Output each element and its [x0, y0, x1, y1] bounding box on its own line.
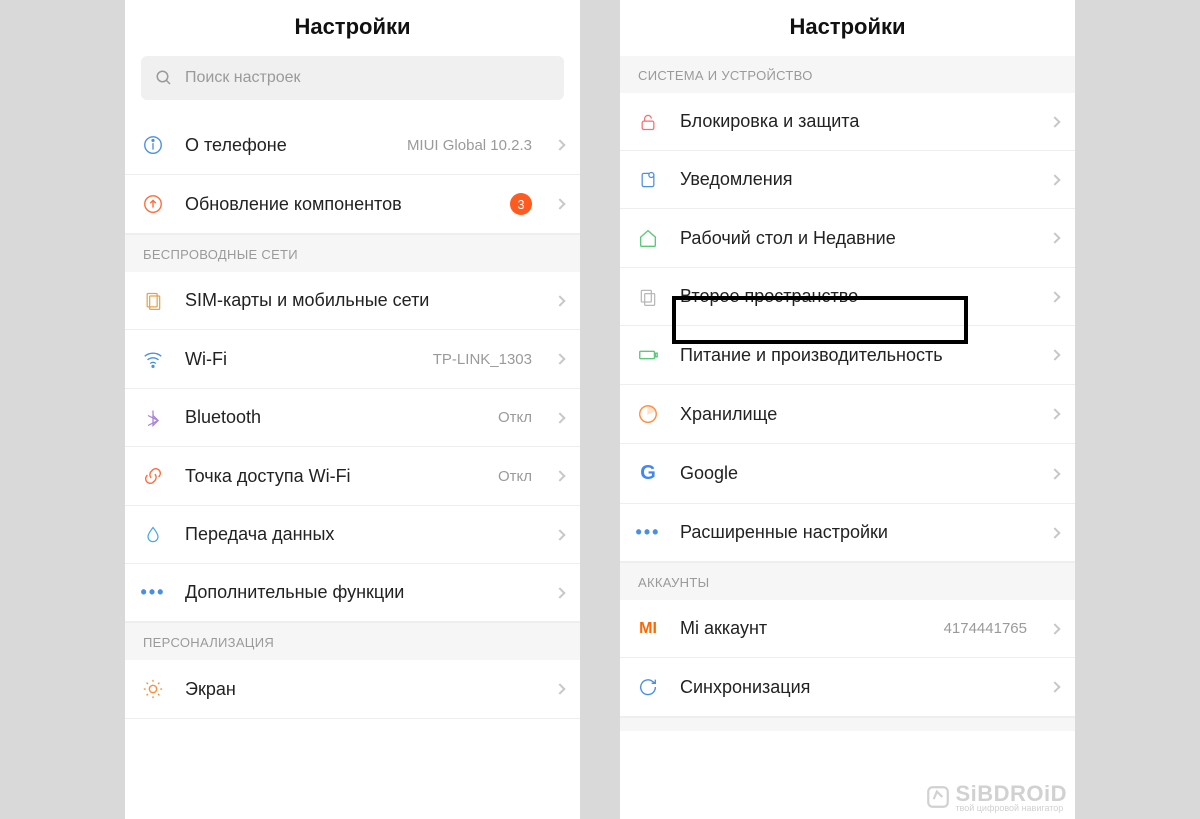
watermark: SiBDROiD твой цифровой навигатор	[925, 781, 1067, 813]
hotspot-label: Точка доступа Wi-Fi	[185, 466, 480, 487]
chevron-right-icon	[554, 295, 565, 306]
data-label: Передача данных	[185, 524, 538, 545]
drop-icon	[139, 525, 167, 545]
about-label: О телефоне	[185, 135, 389, 156]
storage-icon	[634, 403, 662, 425]
row-screen[interactable]: Экран	[125, 660, 580, 719]
chevron-right-icon	[1049, 527, 1060, 538]
section-system: СИСТЕМА И УСТРОЙСТВО	[620, 56, 1075, 93]
row-mi-account[interactable]: MI Mi аккаунт 4174441765	[620, 600, 1075, 658]
chevron-right-icon	[1049, 174, 1060, 185]
home-icon	[634, 227, 662, 249]
sync-icon	[634, 676, 662, 698]
mi-label: Mi аккаунт	[680, 618, 926, 639]
chevron-right-icon	[554, 198, 565, 209]
chevron-right-icon	[1049, 468, 1060, 479]
chevron-right-icon	[554, 139, 565, 150]
bluetooth-icon	[139, 408, 167, 428]
chevron-right-icon	[1049, 349, 1060, 360]
chevron-right-icon	[554, 683, 565, 694]
wifi-label: Wi-Fi	[185, 349, 415, 370]
chevron-right-icon	[554, 587, 565, 598]
dots-icon: •••	[139, 582, 167, 603]
search-placeholder: Поиск настроек	[185, 69, 301, 87]
link-icon	[139, 465, 167, 487]
storage-label: Хранилище	[680, 404, 1033, 425]
row-wifi[interactable]: Wi-Fi TP-LINK_1303	[125, 330, 580, 389]
row-second-space[interactable]: Второе пространство	[620, 268, 1075, 326]
wifi-value: TP-LINK_1303	[433, 351, 532, 368]
row-data[interactable]: Передача данных	[125, 506, 580, 564]
home-label: Рабочий стол и Недавние	[680, 228, 1033, 249]
row-bluetooth[interactable]: Bluetooth Откл	[125, 389, 580, 447]
page-title: Настройки	[125, 0, 580, 56]
chevron-right-icon	[1049, 681, 1060, 692]
section-accounts: АККАУНТЫ	[620, 562, 1075, 600]
sim-icon	[139, 291, 167, 311]
sim-label: SIM-карты и мобильные сети	[185, 290, 538, 311]
notifications-label: Уведомления	[680, 169, 1033, 190]
row-battery[interactable]: Питание и производительность	[620, 326, 1075, 385]
chevron-right-icon	[1049, 291, 1060, 302]
copy-icon	[634, 287, 662, 307]
dots-icon: •••	[634, 522, 662, 543]
section-wireless: БЕСПРОВОДНЫЕ СЕТИ	[125, 234, 580, 272]
page-title: Настройки	[620, 0, 1075, 56]
row-home[interactable]: Рабочий стол и Недавние	[620, 209, 1075, 268]
lock-label: Блокировка и защита	[680, 111, 1033, 132]
watermark-sub: твой цифровой навигатор	[955, 803, 1067, 813]
row-more-functions[interactable]: ••• Дополнительные функции	[125, 564, 580, 622]
advanced-label: Расширенные настройки	[680, 522, 1033, 543]
screenshot-right: Настройки СИСТЕМА И УСТРОЙСТВО Блокировк…	[620, 0, 1075, 819]
chevron-right-icon	[554, 412, 565, 423]
chevron-right-icon	[554, 529, 565, 540]
hotspot-value: Откл	[498, 468, 532, 485]
row-notifications[interactable]: Уведомления	[620, 151, 1075, 209]
upload-icon	[139, 193, 167, 215]
info-icon	[139, 134, 167, 156]
row-sim[interactable]: SIM-карты и мобильные сети	[125, 272, 580, 330]
search-icon	[155, 69, 173, 87]
mi-value: 4174441765	[944, 620, 1027, 637]
screenshot-left: Настройки Поиск настроек О телефоне MIUI…	[125, 0, 580, 819]
row-storage[interactable]: Хранилище	[620, 385, 1075, 444]
search-input[interactable]: Поиск настроек	[141, 56, 564, 100]
update-label: Обновление компонентов	[185, 194, 492, 215]
update-badge: 3	[510, 193, 532, 215]
bluetooth-label: Bluetooth	[185, 407, 480, 428]
battery-icon	[634, 344, 662, 366]
chevron-right-icon	[554, 470, 565, 481]
chevron-right-icon	[554, 353, 565, 364]
screen-label: Экран	[185, 679, 538, 700]
gap	[620, 717, 1075, 731]
second-space-label: Второе пространство	[680, 286, 1033, 307]
about-value: MIUI Global 10.2.3	[407, 137, 532, 154]
google-label: Google	[680, 463, 1033, 484]
battery-label: Питание и производительность	[680, 345, 1033, 366]
notification-icon	[634, 170, 662, 190]
row-sync[interactable]: Синхронизация	[620, 658, 1075, 717]
google-icon: G	[634, 462, 662, 485]
wifi-icon	[139, 348, 167, 370]
bluetooth-value: Откл	[498, 409, 532, 426]
more-label: Дополнительные функции	[185, 582, 538, 603]
lock-icon	[634, 112, 662, 132]
chevron-right-icon	[1049, 232, 1060, 243]
chevron-right-icon	[1049, 623, 1060, 634]
mi-icon: MI	[634, 620, 662, 638]
row-google[interactable]: G Google	[620, 444, 1075, 504]
row-update-components[interactable]: Обновление компонентов 3	[125, 175, 580, 234]
sync-label: Синхронизация	[680, 677, 1033, 698]
row-lock[interactable]: Блокировка и защита	[620, 93, 1075, 151]
chevron-right-icon	[1049, 116, 1060, 127]
section-personalization: ПЕРСОНАЛИЗАЦИЯ	[125, 622, 580, 660]
sun-icon	[139, 678, 167, 700]
row-about-phone[interactable]: О телефоне MIUI Global 10.2.3	[125, 116, 580, 175]
chevron-right-icon	[1049, 408, 1060, 419]
row-advanced[interactable]: ••• Расширенные настройки	[620, 504, 1075, 562]
row-hotspot[interactable]: Точка доступа Wi-Fi Откл	[125, 447, 580, 506]
